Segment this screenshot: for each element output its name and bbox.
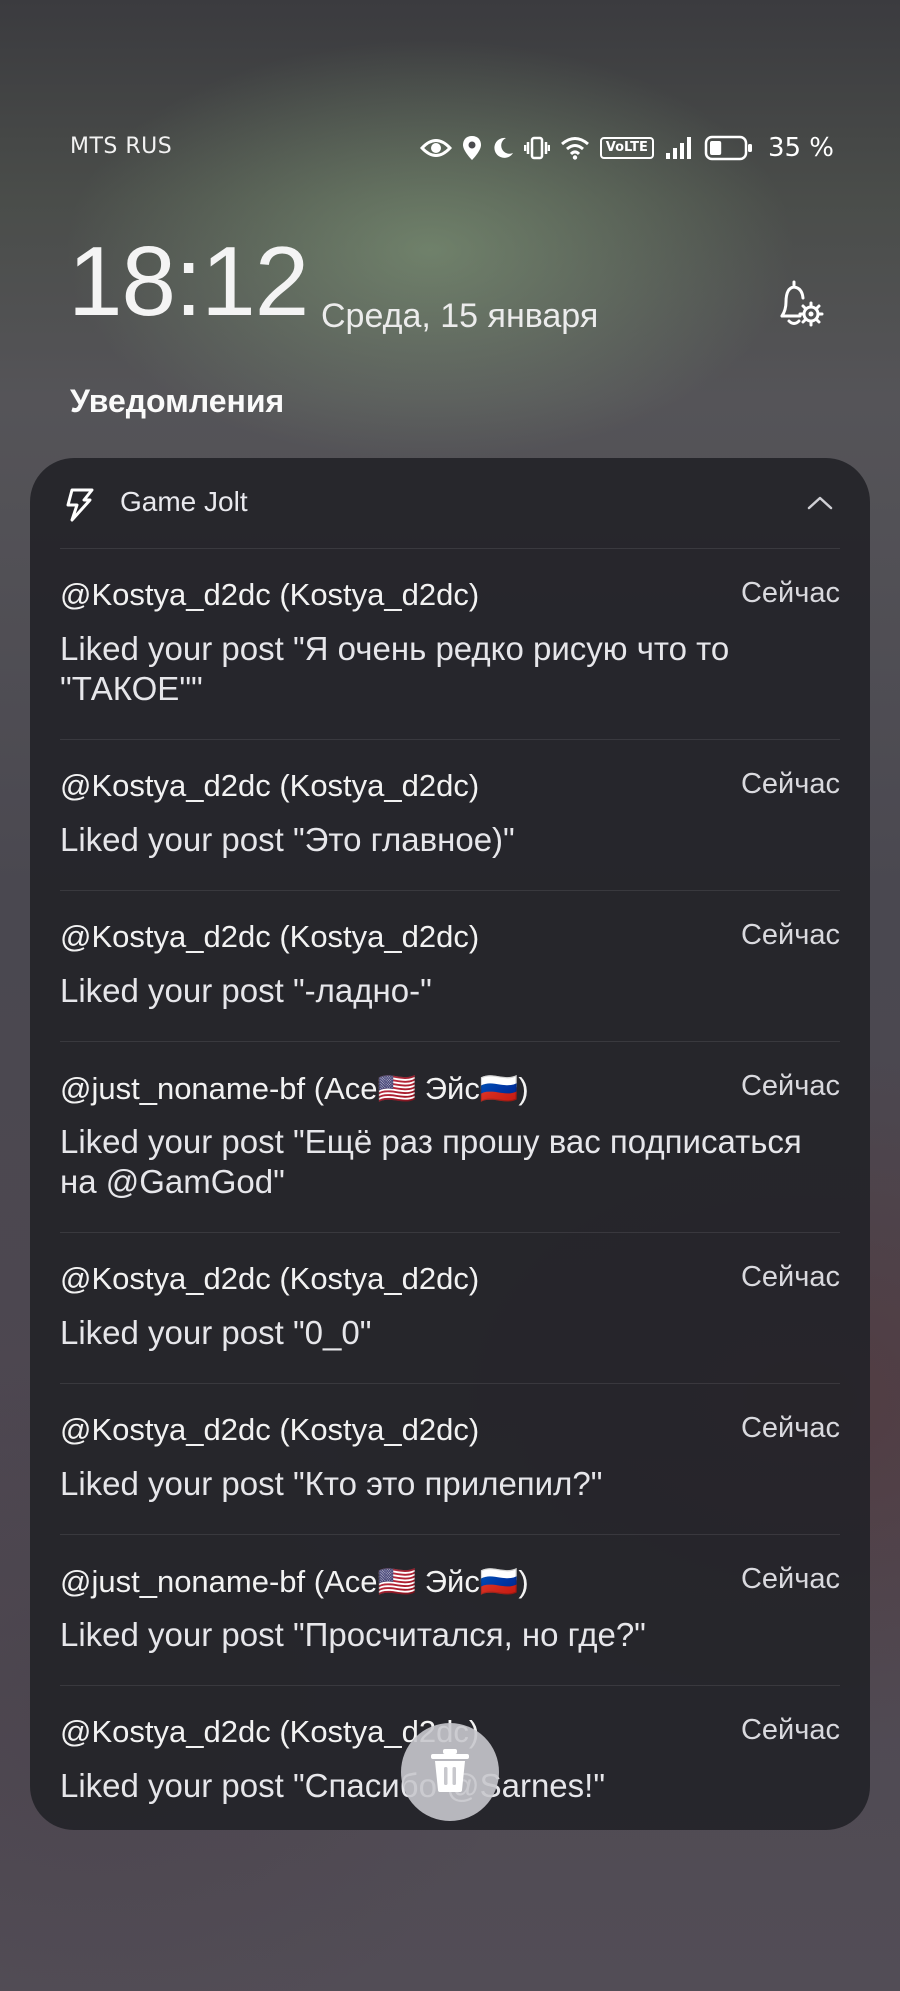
notification-time: Сейчас bbox=[740, 768, 840, 800]
wifi-icon bbox=[560, 136, 590, 160]
notification-text: Liked your post "Просчитался, но где?" bbox=[60, 1616, 646, 1653]
lock-clock: 18:12 bbox=[68, 226, 309, 336]
notification-time: Сейчас bbox=[740, 1412, 840, 1444]
notifications-heading: Уведомления bbox=[70, 383, 285, 419]
vibrate-icon bbox=[523, 135, 550, 161]
notification-time: Сейчас bbox=[740, 577, 840, 609]
battery-percent: 35 % bbox=[767, 133, 834, 163]
notification-time: Сейчас bbox=[740, 1070, 840, 1102]
notification-text: Liked your post "Кто это прилепил?" bbox=[60, 1465, 603, 1502]
notification-group-card[interactable]: Game Jolt @Kostya_d2dc (Kostya_d2dc) Сей… bbox=[30, 458, 870, 1830]
bell-settings-icon bbox=[768, 280, 828, 340]
notification-time: Сейчас bbox=[740, 1714, 840, 1746]
notification-group-header[interactable]: Game Jolt bbox=[30, 458, 870, 548]
moon-icon bbox=[492, 136, 514, 160]
notification-text: Liked your post "Я очень редко рисую что… bbox=[60, 630, 730, 707]
notification-list: @Kostya_d2dc (Kostya_d2dc) Сейчас Liked … bbox=[60, 548, 840, 1830]
notification-title: @Kostya_d2dc (Kostya_d2dc) bbox=[60, 1412, 480, 1447]
chevron-up-icon[interactable] bbox=[806, 492, 834, 514]
notification-title: @Kostya_d2dc (Kostya_d2dc) bbox=[60, 1261, 480, 1296]
notification-title: @just_noname-bf (Ace🇺🇸 Эйс🇷🇺) bbox=[60, 1071, 529, 1106]
notification-title: @Kostya_d2dc (Kostya_d2dc) bbox=[60, 577, 480, 612]
notification-text: Liked your post "Ещё раз прошу вас подпи… bbox=[60, 1123, 802, 1200]
notification-item[interactable]: @Kostya_d2dc (Kostya_d2dc) Сейчас Liked … bbox=[60, 890, 840, 1041]
notification-text: Liked your post "Это главное)" bbox=[60, 821, 515, 858]
notification-item[interactable]: @Kostya_d2dc (Kostya_d2dc) Сейчас Liked … bbox=[60, 1232, 840, 1383]
notification-time: Сейчас bbox=[740, 919, 840, 951]
notification-title: @Kostya_d2dc (Kostya_d2dc) bbox=[60, 919, 480, 954]
status-bar: MTS RUS VoLTE 35 % bbox=[0, 128, 900, 168]
notification-item[interactable]: @just_noname-bf (Ace🇺🇸 Эйс🇷🇺) Сейчас Lik… bbox=[60, 1534, 840, 1685]
notification-item[interactable]: @just_noname-bf (Ace🇺🇸 Эйс🇷🇺) Сейчас Lik… bbox=[60, 1041, 840, 1232]
clear-notifications-button[interactable] bbox=[401, 1723, 499, 1821]
battery-icon bbox=[704, 135, 754, 161]
game-jolt-icon bbox=[64, 488, 94, 522]
notification-title: @just_noname-bf (Ace🇺🇸 Эйс🇷🇺) bbox=[60, 1564, 529, 1599]
carrier-label: MTS RUS bbox=[70, 134, 173, 159]
notification-time: Сейчас bbox=[740, 1261, 840, 1293]
notification-settings-button[interactable] bbox=[768, 276, 828, 336]
notification-title: @Kostya_d2dc (Kostya_d2dc) bbox=[60, 768, 480, 803]
volte-icon: VoLTE bbox=[599, 137, 654, 159]
notification-time: Сейчас bbox=[740, 1563, 840, 1595]
signal-icon bbox=[664, 136, 694, 160]
notification-item[interactable]: @Kostya_d2dc (Kostya_d2dc) Сейчас Liked … bbox=[60, 548, 840, 739]
status-icons: VoLTE 35 % bbox=[419, 128, 834, 168]
notification-text: Liked your post "0_0" bbox=[60, 1314, 372, 1351]
notification-text: Liked your post "-ладно-" bbox=[60, 972, 432, 1009]
notification-item[interactable]: @Kostya_d2dc (Kostya_d2dc) Сейчас Liked … bbox=[60, 1383, 840, 1534]
trash-icon bbox=[428, 1747, 472, 1797]
eye-icon bbox=[419, 137, 452, 159]
location-icon bbox=[462, 135, 482, 161]
lock-date: Среда, 15 января bbox=[321, 297, 599, 335]
notification-item[interactable]: @Kostya_d2dc (Kostya_d2dc) Сейчас Liked … bbox=[60, 739, 840, 890]
app-name: Game Jolt bbox=[120, 486, 248, 517]
